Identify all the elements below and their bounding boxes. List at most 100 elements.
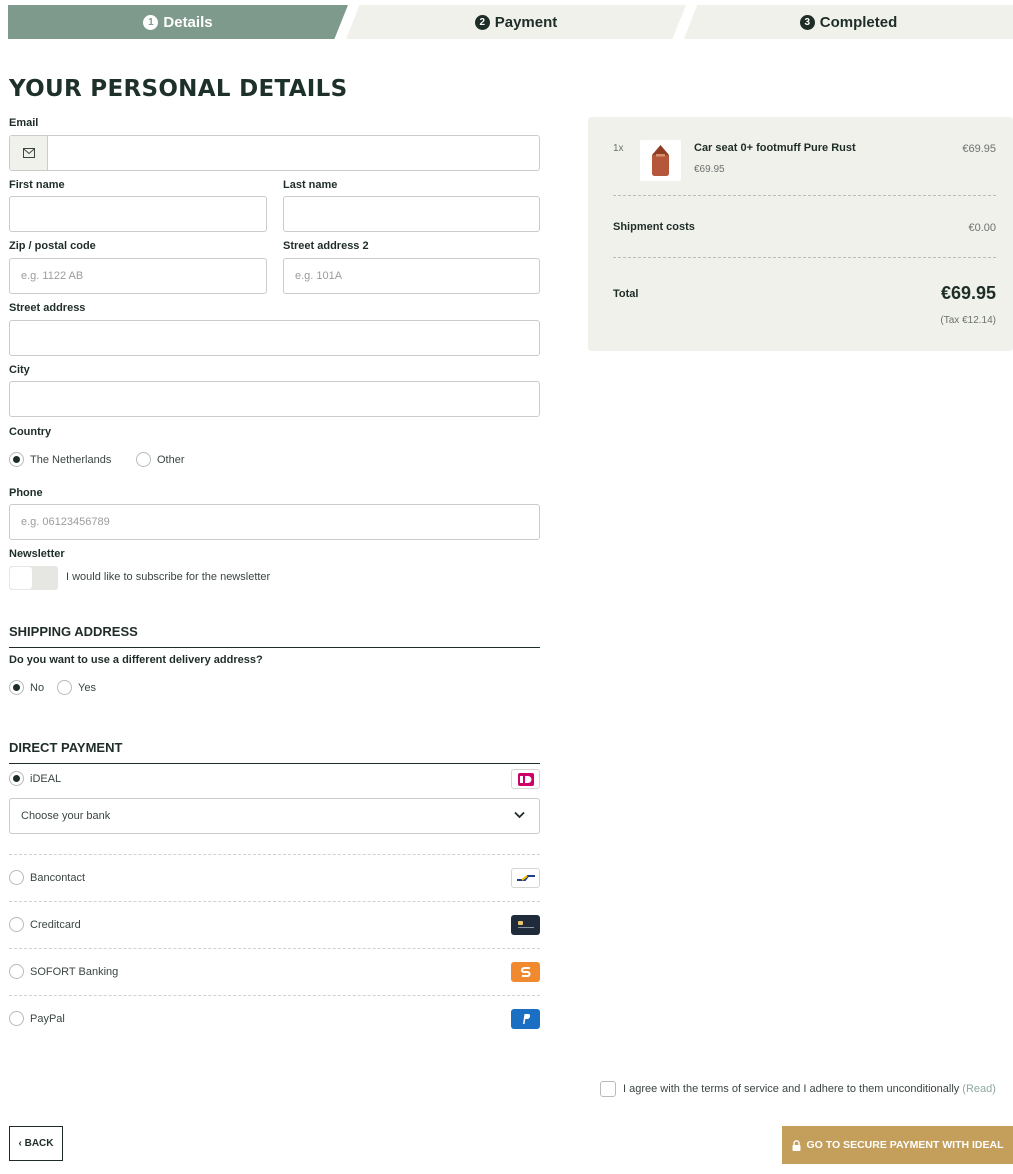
- divider: [613, 195, 996, 196]
- radio-circle[interactable]: [9, 1011, 24, 1026]
- payment-radio[interactable]: SOFORT Banking: [9, 964, 118, 979]
- envelope-icon: [10, 136, 48, 170]
- radio-circle[interactable]: [9, 680, 24, 695]
- step-completed[interactable]: 3 Completed: [684, 5, 1013, 39]
- total-label: Total: [613, 288, 639, 300]
- email-label: Email: [9, 117, 39, 129]
- sofort-icon: [511, 962, 540, 982]
- toggle-knob: [10, 567, 32, 589]
- payment-radio[interactable]: Creditcard: [9, 917, 81, 932]
- step-label: Payment: [494, 13, 558, 31]
- secure-payment-button[interactable]: GO TO SECURE PAYMENT WITH IDEAL: [782, 1126, 1013, 1164]
- bancontact-icon: [511, 868, 540, 888]
- step-number: 2: [474, 14, 490, 30]
- payment-label: iDEAL: [30, 772, 62, 785]
- product-price: €69.95: [962, 143, 996, 155]
- payment-option-creditcard[interactable]: Creditcard: [9, 911, 540, 939]
- divider: [9, 854, 540, 855]
- last-name-field[interactable]: [283, 196, 540, 232]
- tax-text: (Tax €12.14): [940, 315, 996, 326]
- newsletter-toggle[interactable]: [9, 566, 58, 590]
- country-radio-netherlands[interactable]: The Netherlands: [9, 452, 111, 467]
- paypal-icon: [511, 1009, 540, 1029]
- secure-payment-label: GO TO SECURE PAYMENT WITH IDEAL: [806, 1139, 1004, 1151]
- street-field[interactable]: [9, 320, 540, 356]
- phone-placeholder: e.g. 06123456789: [21, 516, 110, 528]
- ideal-icon: [511, 769, 540, 789]
- zip-placeholder: e.g. 1122 AB: [21, 270, 84, 282]
- step-payment[interactable]: 2 Payment: [346, 5, 686, 39]
- terms-text: I agree with the terms of service and I …: [623, 1083, 960, 1095]
- street2-label: Street address 2: [283, 240, 369, 252]
- divider: [9, 901, 540, 902]
- city-field[interactable]: [9, 381, 540, 417]
- terms-agree[interactable]: I agree with the terms of service and I …: [600, 1081, 996, 1097]
- shipping-question: Do you want to use a different delivery …: [9, 654, 263, 666]
- radio-circle[interactable]: [9, 917, 24, 932]
- shipping-radio-no[interactable]: No: [9, 680, 44, 695]
- chevron-down-icon: [514, 810, 525, 822]
- step-details[interactable]: 1 Details: [8, 5, 348, 39]
- divider: [9, 948, 540, 949]
- shipping-radio-yes[interactable]: Yes: [57, 680, 96, 695]
- divider: [613, 257, 996, 258]
- lock-icon: [792, 1139, 801, 1151]
- payment-option-bancontact[interactable]: Bancontact: [9, 864, 540, 892]
- back-button[interactable]: ‹ BACK: [9, 1126, 63, 1161]
- step-label: Details: [163, 13, 213, 31]
- first-name-field[interactable]: [9, 196, 267, 232]
- shipment-label: Shipment costs: [613, 221, 695, 233]
- payment-option-sofort[interactable]: SOFORT Banking: [9, 958, 540, 986]
- radio-circle[interactable]: [9, 870, 24, 885]
- radio-label: No: [30, 681, 45, 694]
- first-name-label: First name: [9, 179, 65, 191]
- checkout-steps: 1 Details 2 Payment 3 Completed: [8, 5, 1013, 39]
- total-value: €69.95: [940, 283, 996, 303]
- product-image: [640, 140, 681, 181]
- phone-label: Phone: [9, 487, 43, 499]
- zip-field[interactable]: e.g. 1122 AB: [9, 258, 267, 294]
- payment-option-paypal[interactable]: PayPal: [9, 1005, 540, 1033]
- payment-radio[interactable]: iDEAL: [9, 771, 61, 786]
- bank-select[interactable]: Choose your bank: [9, 798, 540, 834]
- order-summary: 1x Car seat 0+ footmuff Pure Rust €69.95…: [588, 117, 1013, 351]
- radio-circle[interactable]: [136, 452, 151, 467]
- radio-label: Other: [157, 453, 185, 466]
- last-name-label: Last name: [283, 179, 338, 191]
- step-number: 1: [143, 14, 159, 30]
- product-unit-price: €69.95: [694, 164, 725, 175]
- city-label: City: [9, 364, 30, 376]
- payment-title: DIRECT PAYMENT: [9, 740, 540, 764]
- email-field[interactable]: [9, 135, 540, 171]
- street-label: Street address: [9, 302, 86, 314]
- radio-circle[interactable]: [9, 452, 24, 467]
- phone-field[interactable]: e.g. 06123456789: [9, 504, 540, 540]
- divider: [9, 995, 540, 996]
- payment-label: SOFORT Banking: [30, 965, 119, 978]
- country-label: Country: [9, 426, 52, 438]
- page-title: YOUR PERSONAL DETAILS: [9, 76, 348, 102]
- radio-circle[interactable]: [9, 771, 24, 786]
- product-qty: 1x: [613, 143, 624, 154]
- radio-label: The Netherlands: [30, 453, 112, 466]
- street2-field[interactable]: e.g. 101A: [283, 258, 540, 294]
- creditcard-icon: [511, 915, 540, 935]
- payment-label: Creditcard: [30, 918, 81, 931]
- product-name[interactable]: Car seat 0+ footmuff Pure Rust: [694, 142, 856, 154]
- payment-option-ideal[interactable]: iDEAL: [9, 765, 540, 793]
- country-radio-other[interactable]: Other: [136, 452, 185, 467]
- newsletter-text: I would like to subscribe for the newsle…: [66, 571, 271, 583]
- payment-label: Bancontact: [30, 871, 86, 884]
- shipping-title: SHIPPING ADDRESS: [9, 624, 540, 648]
- shipment-value: €0.00: [968, 222, 996, 234]
- step-label: Completed: [819, 13, 898, 31]
- radio-circle[interactable]: [57, 680, 72, 695]
- terms-checkbox[interactable]: [600, 1081, 616, 1097]
- payment-label: PayPal: [30, 1012, 65, 1025]
- street2-placeholder: e.g. 101A: [295, 270, 343, 282]
- radio-circle[interactable]: [9, 964, 24, 979]
- payment-radio[interactable]: Bancontact: [9, 870, 85, 885]
- payment-radio[interactable]: PayPal: [9, 1011, 65, 1026]
- terms-read-link[interactable]: (Read): [962, 1083, 996, 1095]
- zip-label: Zip / postal code: [9, 240, 96, 252]
